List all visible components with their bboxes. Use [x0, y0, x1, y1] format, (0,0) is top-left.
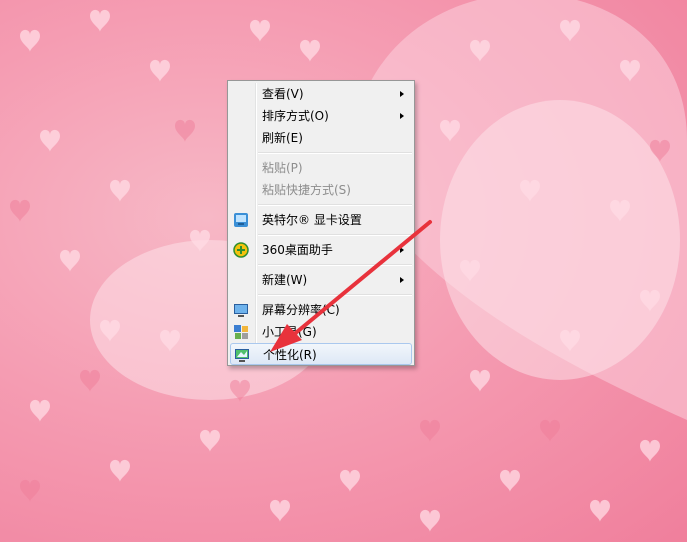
menu-item-label: 新建(W)	[262, 273, 308, 287]
submenu-arrow-icon	[400, 247, 404, 253]
personalize-icon	[235, 349, 249, 362]
menu-item-label: 刷新(E)	[262, 131, 303, 145]
menu-separator	[258, 294, 412, 296]
menu-item-label: 个性化(R)	[263, 348, 317, 362]
menu-item-label: 查看(V)	[262, 87, 304, 101]
monitor-icon	[234, 304, 248, 317]
menu-item-refresh[interactable]: 刷新(E)	[230, 127, 412, 149]
menu-item-label: 小工具(G)	[262, 325, 317, 339]
menu-item-label: 360桌面助手	[262, 243, 333, 257]
menu-item-label: 屏幕分辨率(C)	[262, 303, 340, 317]
menu-item-screen-resolution[interactable]: 屏幕分辨率(C)	[230, 299, 412, 321]
menu-item-label: 排序方式(O)	[262, 109, 329, 123]
submenu-arrow-icon	[400, 113, 404, 119]
menu-item-gadgets[interactable]: 小工具(G)	[230, 321, 412, 343]
menu-separator	[258, 264, 412, 266]
submenu-arrow-icon	[400, 91, 404, 97]
menu-item-label: 粘贴快捷方式(S)	[262, 183, 351, 197]
desktop-context-menu: 查看(V) 排序方式(O) 刷新(E) 粘贴(P) 粘贴快捷方式(S) 英特尔®…	[227, 80, 415, 366]
menu-item-sort-by[interactable]: 排序方式(O)	[230, 105, 412, 127]
menu-item-paste[interactable]: 粘贴(P)	[230, 157, 412, 179]
menu-item-new[interactable]: 新建(W)	[230, 269, 412, 291]
menu-item-view[interactable]: 查看(V)	[230, 83, 412, 105]
menu-separator	[258, 152, 412, 154]
menu-item-label: 英特尔® 显卡设置	[262, 213, 362, 227]
menu-separator	[258, 204, 412, 206]
intel-graphics-icon	[234, 213, 248, 227]
menu-item-label: 粘贴(P)	[262, 161, 303, 175]
menu-item-paste-shortcut[interactable]: 粘贴快捷方式(S)	[230, 179, 412, 201]
gadgets-icon	[234, 325, 248, 339]
menu-separator	[258, 234, 412, 236]
submenu-arrow-icon	[400, 277, 404, 283]
menu-item-personalize[interactable]: 个性化(R)	[230, 343, 412, 365]
menu-item-intel-graphics[interactable]: 英特尔® 显卡设置	[230, 209, 412, 231]
360-desktop-icon	[233, 242, 249, 258]
menu-item-360-desktop-helper[interactable]: 360桌面助手	[230, 239, 412, 261]
